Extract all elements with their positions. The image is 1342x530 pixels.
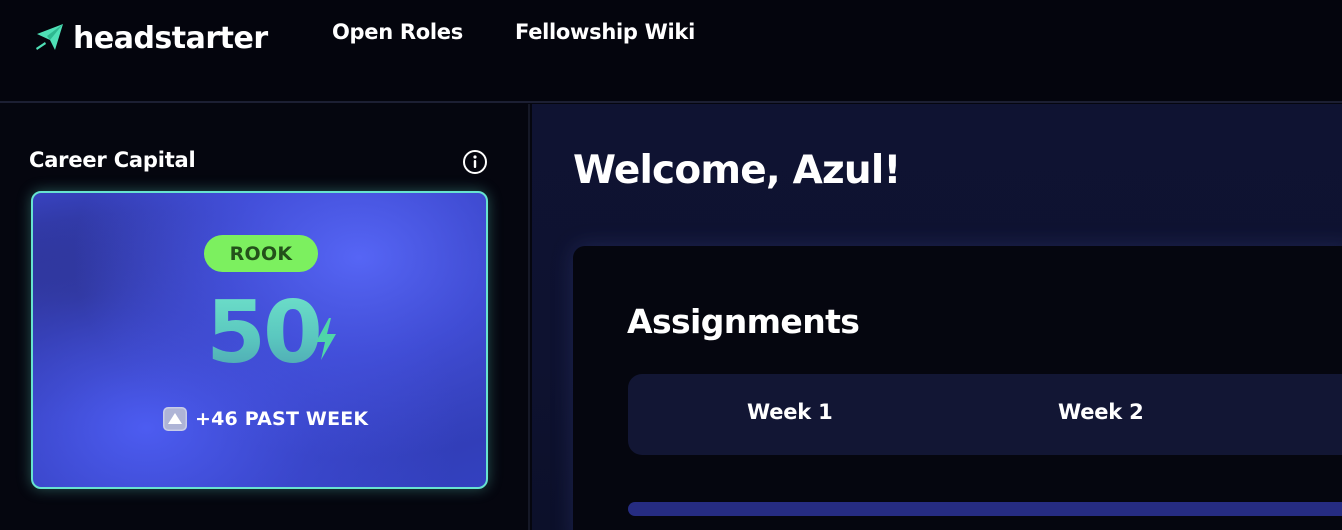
lightning-bolt-icon	[316, 318, 336, 360]
brand-logo[interactable]: headstarter	[33, 18, 268, 58]
weekly-change: +46 PAST WEEK	[163, 407, 368, 431]
sidebar: Career Capital ROOK 50 +46 PAST WEEK	[0, 104, 530, 530]
career-capital-title: Career Capital	[29, 148, 196, 172]
star-logo-icon	[36, 24, 63, 50]
weekly-change-text: +46 PAST WEEK	[195, 408, 369, 430]
main-content: Welcome, Azul! Assignments Week 1 Week 2	[532, 104, 1342, 530]
week-tabs: Week 1 Week 2	[628, 374, 1342, 455]
assignments-panel: Assignments Week 1 Week 2	[573, 246, 1342, 530]
rank-badge: ROOK	[204, 235, 318, 272]
nav-link-open-roles[interactable]: Open Roles	[332, 20, 463, 44]
career-capital-card[interactable]: ROOK 50 +46 PAST WEEK	[31, 191, 488, 489]
tab-week-2[interactable]: Week 2	[1058, 400, 1144, 424]
assignments-title: Assignments	[627, 302, 860, 341]
assignments-progress-bar	[628, 502, 1342, 516]
welcome-heading: Welcome, Azul!	[573, 148, 901, 193]
assignments-progress-fill	[628, 502, 1342, 516]
tab-week-1[interactable]: Week 1	[747, 400, 833, 424]
nav-link-fellowship-wiki[interactable]: Fellowship Wiki	[515, 20, 695, 44]
info-circle-icon[interactable]	[462, 149, 488, 175]
up-triangle-icon	[163, 407, 187, 431]
top-navigation: headstarter Open Roles Fellowship Wiki	[0, 0, 1342, 103]
brand-name: headstarter	[73, 20, 268, 56]
